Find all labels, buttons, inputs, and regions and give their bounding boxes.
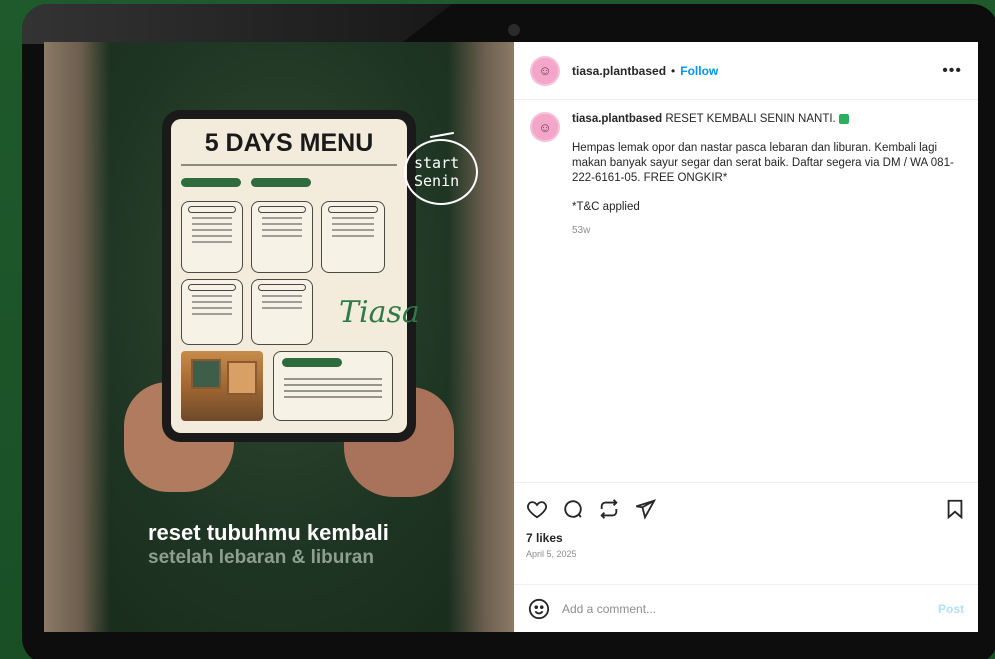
menu-day-card (181, 279, 243, 345)
notes-box (273, 351, 393, 421)
menu-day-card (251, 279, 313, 345)
caption-username[interactable]: tiasa.plantbased (572, 113, 662, 125)
menu-day-card (251, 201, 313, 273)
menu-day-card (321, 201, 385, 273)
follow-button[interactable]: Follow (680, 64, 718, 78)
comment-icon[interactable] (562, 498, 584, 520)
menu-pills (181, 174, 397, 192)
username-link[interactable]: tiasa.plantbased (572, 64, 666, 78)
action-icons (526, 493, 966, 525)
caption-headline: RESET KEMBALI SENIN NANTI. (665, 113, 836, 125)
more-options-icon[interactable]: ••• (942, 62, 962, 80)
caption-timestamp[interactable]: 53w (572, 223, 962, 238)
menu-screen: 5 DAYS MENU Tiasa (171, 119, 420, 433)
caption-block: ☺ tiasa.plantbased RESET KEMBALI SENIN N… (514, 100, 978, 250)
post-panel: ☺ tiasa.plantbased • Follow ••• ☺ tiasa.… (514, 42, 978, 632)
likes-count[interactable]: 7 likes (526, 531, 966, 545)
post-image[interactable]: 5 DAYS MENU Tiasa start Senin reset tubu… (44, 42, 514, 632)
heart-icon[interactable] (526, 498, 548, 520)
leaf-emoji-icon (838, 113, 849, 124)
post-comment-button[interactable]: Post (938, 602, 964, 616)
post-date[interactable]: April 5, 2025 (526, 549, 966, 559)
kitchen-photo (181, 351, 263, 421)
image-caption-line2: setelah lebaran & liburan (148, 547, 374, 568)
bookmark-icon[interactable] (944, 498, 966, 520)
image-caption-line1: reset tubuhmu kembali (148, 520, 389, 545)
caption-text: Hempas lemak opor dan nastar pasca lebar… (572, 142, 954, 184)
start-senin-text: start Senin (414, 154, 459, 190)
menu-pill (251, 178, 311, 187)
caption-body: tiasa.plantbased RESET KEMBALI SENIN NAN… (572, 112, 962, 238)
brand-script-logo: Tiasa (339, 295, 420, 330)
menu-day-card (181, 201, 243, 273)
menu-pill (181, 178, 241, 187)
menu-divider (181, 164, 397, 166)
avatar[interactable]: ☺ (530, 55, 560, 86)
emoji-icon[interactable] (528, 598, 550, 620)
camera-dot (508, 24, 520, 36)
start-text-line: start (414, 154, 460, 172)
caption-avatar[interactable]: ☺ (530, 112, 560, 142)
senin-text-line: Senin (414, 172, 460, 190)
separator-dot: • (671, 63, 676, 78)
send-icon[interactable] (634, 498, 656, 520)
tablet-device: 5 DAYS MENU Tiasa (162, 110, 420, 442)
post-header: ☺ tiasa.plantbased • Follow ••• (514, 42, 978, 100)
caption-note: *T&C applied (572, 201, 640, 213)
notes-pill (282, 358, 342, 367)
menu-title: 5 DAYS MENU (204, 129, 374, 157)
comment-input[interactable] (562, 601, 938, 616)
instagram-post-window: 5 DAYS MENU Tiasa start Senin reset tubu… (44, 42, 978, 632)
action-bar: 7 likes April 5, 2025 (514, 482, 978, 559)
repost-icon[interactable] (598, 498, 620, 520)
comment-bar: Post (514, 584, 978, 632)
laptop-frame: 5 DAYS MENU Tiasa start Senin reset tubu… (22, 4, 995, 659)
